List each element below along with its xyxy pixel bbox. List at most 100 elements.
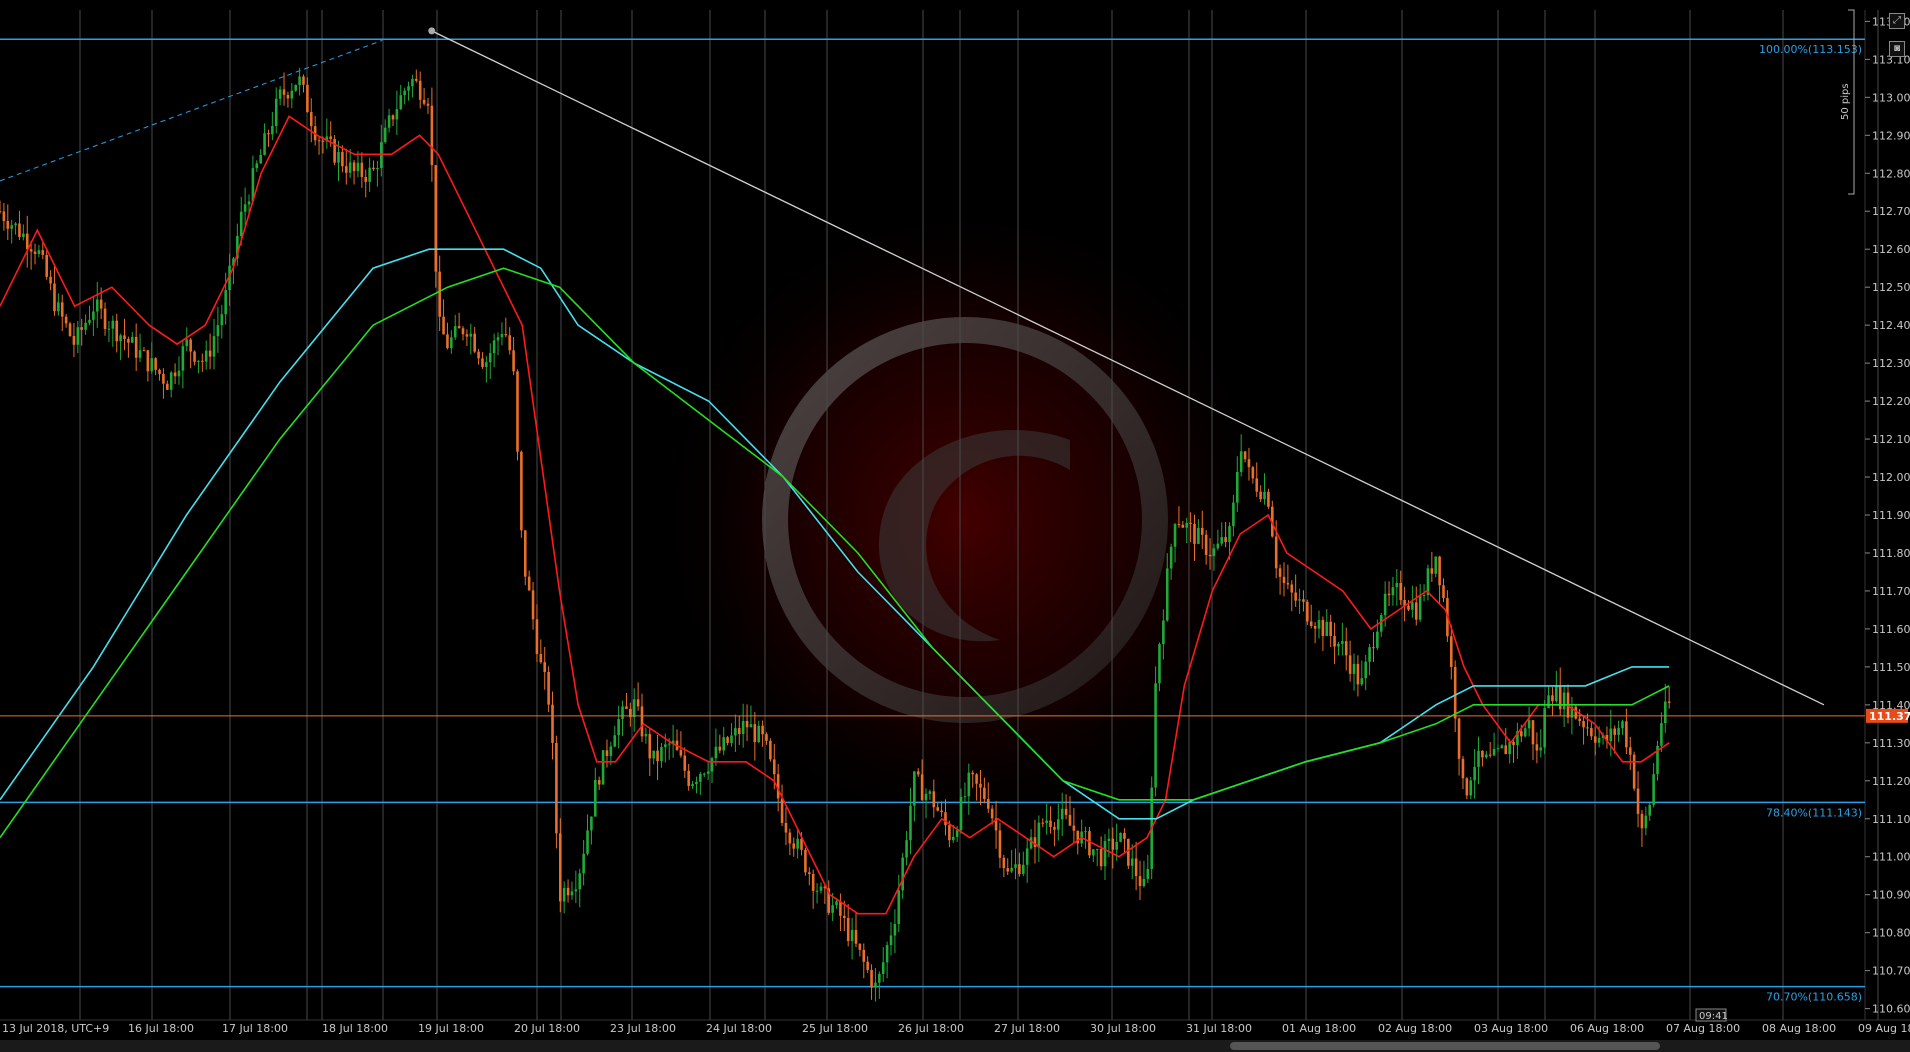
candle-body [889, 935, 893, 946]
y-tick-label: 112.00 [1872, 471, 1910, 484]
candle-body [1636, 788, 1640, 814]
candle-body [1523, 728, 1527, 737]
candle-body [1621, 721, 1624, 729]
candle-body [1597, 737, 1601, 743]
candle-body [667, 743, 671, 745]
candle-body [535, 619, 539, 654]
candle-body [1204, 534, 1208, 555]
candle-body [146, 350, 150, 372]
candle-body [1309, 621, 1313, 626]
y-tick-label: 112.30 [1872, 357, 1910, 370]
candle-body [10, 225, 13, 229]
y-tick-label: 113.00 [1872, 91, 1910, 104]
candle-body [578, 873, 582, 890]
candle-body [1485, 754, 1488, 758]
horizontal-scrollbar[interactable] [0, 1040, 1910, 1052]
x-tick-label: 25 Jul 18:00 [802, 1022, 868, 1035]
candle-body [1477, 750, 1480, 767]
candle-body [1057, 819, 1060, 830]
candle-body [446, 334, 449, 349]
candle-body [68, 323, 72, 336]
candle-body [1453, 666, 1457, 719]
candle-body [1383, 593, 1387, 616]
candle-body [749, 724, 753, 728]
x-axis: 13 Jul 2018, UTC+9 16 Jul 18:00 17 Jul 18:… [0, 1019, 1910, 1035]
y-tick-label: 112.70 [1872, 205, 1910, 218]
candle-body [741, 720, 745, 735]
candle-body [951, 836, 955, 841]
x-tick-label: 26 Jul 18:00 [898, 1022, 964, 1035]
candle-body [173, 372, 177, 377]
candle-body [1267, 491, 1270, 507]
candle-body [734, 728, 737, 736]
x-tick-label: 18 Jul 18:00 [322, 1022, 388, 1035]
candle-body [1274, 536, 1278, 569]
y-tick-label: 112.40 [1872, 319, 1910, 332]
candle-body [391, 115, 395, 120]
camera-icon[interactable]: ◙ [1889, 41, 1905, 57]
candle-body [282, 89, 286, 95]
candle-body [329, 136, 333, 140]
candle-body [1282, 576, 1286, 584]
candle-body [523, 530, 527, 577]
x-tick-label: 17 Jul 18:00 [222, 1022, 288, 1035]
time-marker-label: 09:41 [1699, 1011, 1728, 1022]
candle-body [737, 728, 741, 735]
candle-body [1593, 736, 1597, 743]
candle-body [846, 917, 850, 942]
candle-body [1391, 587, 1395, 596]
expand-icon[interactable]: ⤢ [1889, 13, 1905, 29]
candle-body [1625, 721, 1628, 748]
candle-body [625, 706, 628, 709]
candle-body [1014, 864, 1017, 868]
candle-body [255, 163, 259, 169]
candle-body [450, 337, 453, 349]
candle-body [1461, 758, 1465, 779]
candle-body [1317, 619, 1321, 629]
candle-body [695, 781, 698, 785]
candle-body [971, 772, 975, 775]
candle-body [360, 162, 364, 178]
candle-body [1298, 599, 1301, 601]
candle-body [337, 152, 340, 163]
candle-body [1068, 814, 1072, 826]
candle-body [815, 890, 819, 892]
scrollbar-thumb[interactable] [1230, 1042, 1660, 1050]
candle-body [181, 346, 185, 371]
candle-body [1302, 599, 1305, 602]
current-price-label: 111.371 [1869, 710, 1910, 723]
candle-body [854, 930, 858, 944]
candle-body [1041, 822, 1045, 824]
candle-body [1667, 701, 1671, 703]
candle-body [274, 98, 278, 126]
candle-body [769, 740, 772, 760]
candle-body [372, 167, 375, 170]
candle-body [1512, 741, 1515, 746]
candle-body [932, 791, 936, 808]
candle-body [1006, 868, 1010, 872]
y-tick-label: 110.80 [1872, 927, 1910, 940]
candlestick-chart[interactable]: 113.20113.10113.00112.90112.80112.70112.… [0, 0, 1910, 1040]
candle-body [1469, 780, 1473, 796]
candle-body [418, 80, 422, 100]
candle-body [570, 891, 574, 896]
candle-body [940, 810, 943, 813]
candle-body [811, 874, 815, 891]
candle-body [990, 808, 994, 819]
candle-body [804, 849, 807, 873]
candle-body [247, 201, 251, 205]
candle-body [348, 162, 352, 173]
candle-body [1551, 695, 1554, 702]
candle-body [1158, 644, 1161, 684]
candle-body [1434, 556, 1438, 574]
candle-body [169, 372, 173, 390]
candle-body [177, 370, 181, 377]
candle-body [885, 945, 889, 963]
candle-body [772, 759, 776, 775]
candle-body [1181, 524, 1185, 528]
candle-body [986, 799, 990, 809]
fib-level-label: 78.40%(111.143) [1766, 806, 1862, 819]
candle-body [278, 89, 282, 99]
candle-body [115, 320, 119, 342]
candle-body [309, 112, 313, 127]
